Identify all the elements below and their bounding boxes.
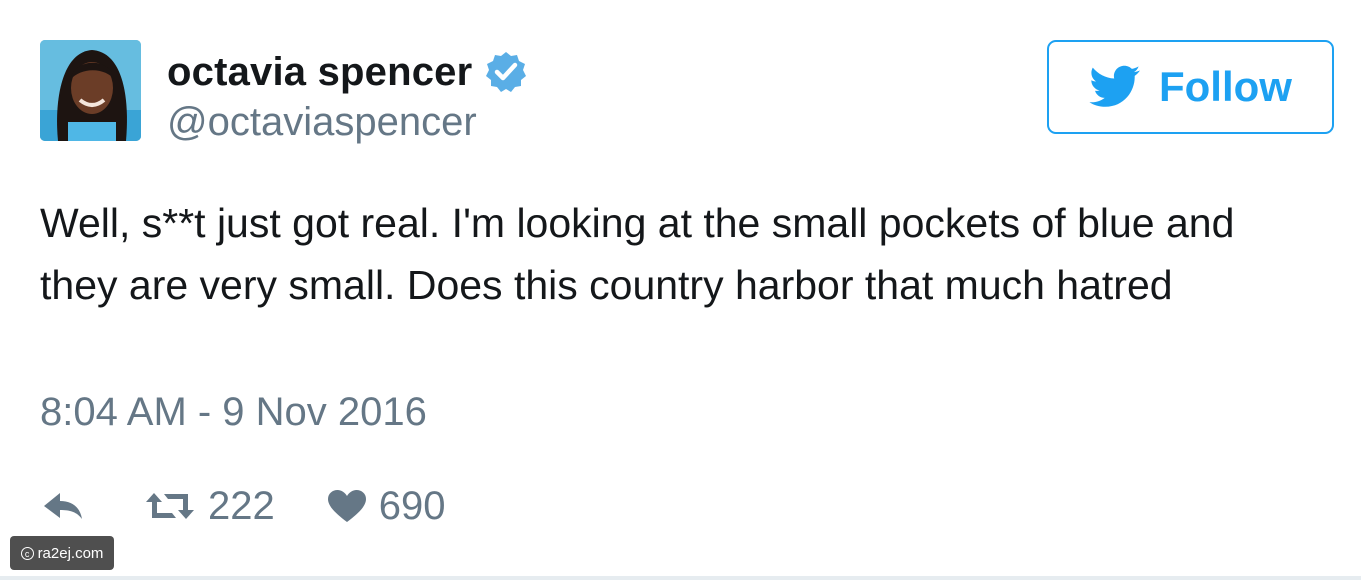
retweet-button[interactable]: 222 xyxy=(144,484,275,529)
copyright-icon: c xyxy=(20,546,34,560)
user-handle[interactable]: @octaviaspencer xyxy=(167,100,477,145)
watermark: c ra2ej.com xyxy=(10,536,114,570)
like-button[interactable]: 690 xyxy=(327,484,446,529)
tweet-text: Well, s**t just got real. I'm looking at… xyxy=(40,200,1235,308)
like-count: 690 xyxy=(378,483,446,528)
retweet-count: 222 xyxy=(208,483,275,528)
tweet-card: octavia spencer @octaviaspencer Follow W… xyxy=(0,0,1361,580)
heart-icon xyxy=(327,489,367,523)
tweet-timestamp[interactable]: 8:04 AM - 9 Nov 2016 xyxy=(40,390,427,435)
bottom-divider xyxy=(0,576,1361,580)
retweet-icon xyxy=(144,489,196,523)
display-name[interactable]: octavia spencer xyxy=(167,50,472,95)
follow-button[interactable]: Follow xyxy=(1047,40,1334,134)
follow-label: Follow xyxy=(1159,63,1292,110)
tweet-actions: 222 690 xyxy=(40,476,446,536)
name-row: octavia spencer xyxy=(167,46,528,98)
verified-badge-icon xyxy=(484,50,528,94)
twitter-bird-icon xyxy=(1089,65,1141,109)
avatar[interactable] xyxy=(40,40,141,141)
reply-button[interactable] xyxy=(40,489,86,523)
reply-icon xyxy=(40,489,86,523)
watermark-text: ra2ej.com xyxy=(37,544,104,562)
